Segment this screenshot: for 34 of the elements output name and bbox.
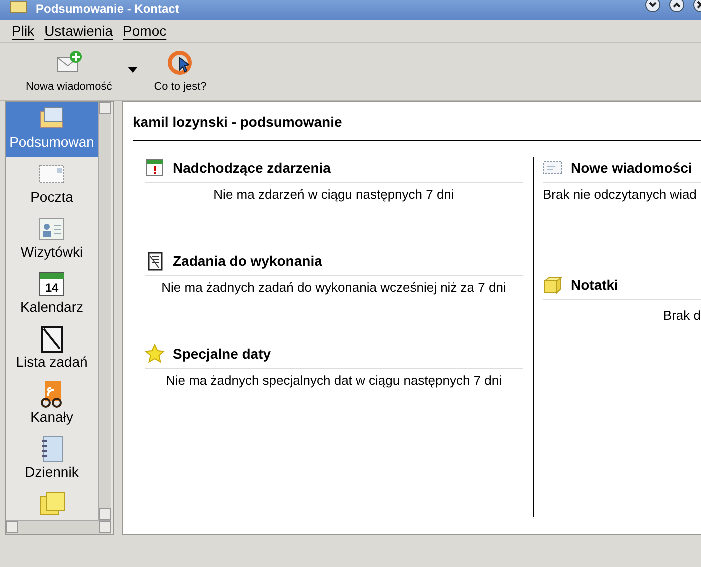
minimize-button[interactable] (645, 0, 661, 13)
help-pointer-icon (168, 50, 194, 76)
section-text: Brak d (663, 308, 701, 323)
section-text: Brak nie odczytanych wiad (543, 187, 697, 202)
section-title: Zadania do wykonania (173, 253, 322, 269)
vertical-scrollbar[interactable] (98, 102, 111, 520)
sidebar-item[interactable]: Podsumowan (6, 102, 98, 157)
section-title: Nowe wiadomości (571, 160, 692, 176)
sidebar-item[interactable]: Lista zadań (6, 322, 98, 377)
caret-icon[interactable] (128, 66, 138, 74)
sidebar-item[interactable]: Poczta (6, 157, 98, 212)
sidebar-item[interactable]: Wizytówki (6, 212, 98, 267)
folder-icon (10, 0, 28, 14)
star-icon (145, 344, 165, 364)
sidebar-item[interactable]: 14 Kalendarz (6, 267, 98, 322)
window-title: Podsumowanie - Kontact (36, 2, 180, 16)
maximize-button[interactable] (669, 0, 685, 13)
section-title: Specjalne daty (173, 346, 272, 362)
section-text: Nie ma zdarzeń w ciągu następnych 7 dni (214, 187, 454, 202)
toolbar-button[interactable]: Co to jest? (150, 48, 211, 95)
page-title: kamil lozynski - podsumowanie (133, 114, 701, 141)
section-text: Nie ma żadnych specjalnych dat w ciągu następnych 7 dni (166, 373, 502, 388)
sidebar-item[interactable]: Kanały (6, 377, 98, 432)
section-title: Nadchodzące zdarzenia (173, 160, 331, 176)
notes-icon (543, 275, 563, 295)
horizontal-scrollbar[interactable] (6, 520, 111, 534)
menu-item[interactable]: Ustawienia (44, 23, 114, 39)
calendar-alert-icon (145, 158, 165, 178)
section-title: Notatki (571, 277, 618, 293)
menu-item[interactable]: Plik (12, 23, 35, 39)
toolbar-button[interactable]: Nowa wiadomość (22, 48, 116, 95)
section-text: Nie ma żadnych zadań do wykonania wcześniej niż za 7 dni (162, 280, 506, 295)
sidebar-item[interactable]: Dziennik (6, 432, 98, 487)
menu-item[interactable]: Pomoc (123, 23, 167, 39)
